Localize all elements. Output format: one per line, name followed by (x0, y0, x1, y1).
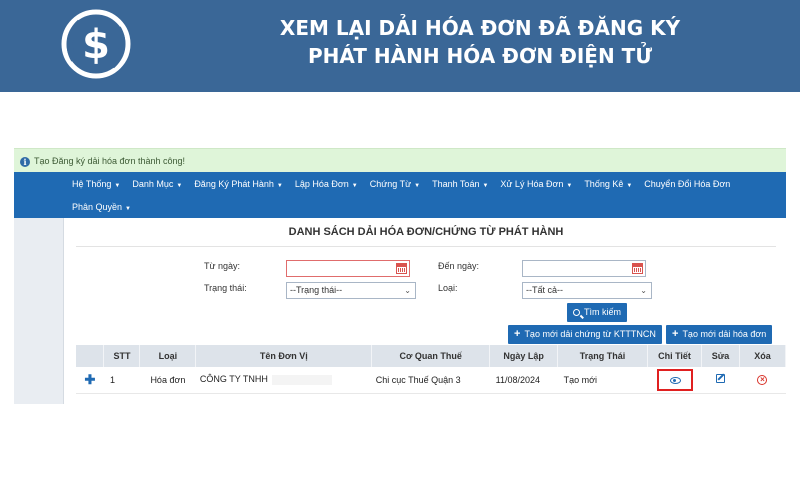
calendar-icon[interactable] (632, 263, 643, 274)
info-icon: i (20, 156, 30, 167)
caret-down-icon: ▼ (351, 182, 358, 189)
nav-label: Chứng Từ (369, 178, 412, 189)
chevron-down-icon: ⌄ (404, 286, 411, 295)
invoice-range-table: STT Loại Tên Đơn Vị Cơ Quan Thuế Ngày Lậ… (76, 345, 787, 394)
from-date-input[interactable] (286, 260, 410, 277)
plus-icon: + (514, 328, 521, 340)
nav-item-thong-ke[interactable]: Thống Kê ▼ (584, 179, 632, 189)
detail-highlight-box[interactable] (656, 368, 693, 391)
dollar-coin-icon: $ (61, 9, 131, 79)
title-divider (76, 246, 776, 247)
nav-label: Hệ Thống (72, 178, 112, 189)
status-select[interactable]: --Trạng thái-- ⌄ (286, 282, 416, 299)
search-button-label: Tìm kiếm (584, 307, 621, 317)
cell-unit: CÔNG TY TNHH (195, 367, 372, 394)
table-row: ✚ 1 Hóa đơn CÔNG TY TNHH Chi cục Thuế Qu… (76, 367, 786, 394)
table-header-row: STT Loại Tên Đơn Vị Cơ Quan Thuế Ngày Lậ… (76, 345, 787, 367)
col-header-tax-office: Cơ Quan Thuế (371, 345, 491, 367)
nav-item-chuyen-doi-hoa-don[interactable]: Chuyển Đổi Hóa Đơn (644, 179, 730, 189)
cell-status: Tạo mới (557, 367, 648, 394)
main-content: DANH SÁCH DẢI HÓA ĐƠN/CHỨNG TỪ PHÁT HÀNH… (66, 218, 787, 404)
cell-stt: 1 (103, 367, 140, 394)
nav-label: Thống Kê (584, 178, 624, 189)
caret-down-icon: ▼ (626, 182, 633, 189)
cell-detail (647, 367, 702, 394)
nav-item-danh-muc[interactable]: Danh Mục ▼ (132, 179, 182, 189)
left-sidebar (14, 218, 64, 404)
col-header-expand (76, 345, 105, 367)
navbar-row-1: Hệ Thống ▼ Danh Mục ▼ Đăng Ký Phát Hành ▼ L… (66, 172, 736, 195)
banner-title-line1: XEM LẠI DẢI HÓA ĐƠN ĐÃ ĐĂNG KÝ (279, 16, 681, 40)
create-invoice-range-label: Tạo mới dải hóa đơn (682, 329, 767, 339)
caret-down-icon: ▼ (176, 182, 183, 189)
banner-title: XEM LẠI DẢI HÓA ĐƠN ĐÃ ĐĂNG KÝ PHÁT HÀNH… (200, 14, 760, 70)
nav-label: Danh Mục (132, 178, 174, 189)
expand-row-icon[interactable]: ✚ (76, 367, 104, 394)
type-select-value: --Tất cả-- (526, 285, 563, 295)
search-icon (573, 309, 580, 316)
delete-icon[interactable]: × (757, 375, 768, 386)
nav-item-xu-ly-hoa-don[interactable]: Xử Lý Hóa Đơn ▼ (500, 179, 572, 189)
caret-down-icon: ▼ (114, 182, 121, 189)
alert-message: Tạo Đăng ký dải hóa đơn thành công! (34, 156, 186, 166)
search-button[interactable]: Tìm kiếm (567, 303, 627, 322)
nav-item-lap-hoa-don[interactable]: Lập Hóa Đơn ▼ (295, 179, 358, 189)
col-header-status: Trạng Thái (557, 345, 649, 367)
cell-date: 11/08/2024 (489, 367, 558, 394)
cell-edit (701, 367, 740, 394)
col-header-stt: STT (103, 345, 141, 367)
plus-icon: + (672, 328, 679, 340)
svg-text:$: $ (82, 22, 110, 68)
col-header-date: Ngày Lập (489, 345, 559, 367)
chevron-down-icon: ⌄ (640, 286, 647, 295)
status-select-value: --Trạng thái-- (290, 285, 343, 295)
main-navbar: Hệ Thống ▼ Danh Mục ▼ Đăng Ký Phát Hành ▼ L… (14, 172, 786, 218)
caret-down-icon: ▼ (414, 182, 421, 189)
calendar-icon[interactable] (396, 263, 407, 274)
cell-delete: × (739, 367, 786, 394)
caret-down-icon: ▼ (566, 182, 573, 189)
cell-tax-office: Chi cục Thuế Quận 3 (371, 367, 490, 394)
create-invoice-range-button[interactable]: + Tạo mới dải hóa đơn (666, 325, 773, 344)
nav-item-dang-ky-phat-hanh[interactable]: Đăng Ký Phát Hành ▼ (194, 179, 283, 189)
eye-icon[interactable] (669, 376, 681, 384)
nav-label: Thanh Toán (432, 178, 480, 189)
nav-item-he-thong[interactable]: Hệ Thống ▼ (72, 179, 120, 189)
col-header-delete: Xóa (739, 345, 787, 367)
redacted-name (271, 375, 332, 386)
type-select[interactable]: --Tất cả-- ⌄ (522, 282, 652, 299)
type-label: Loại: (438, 283, 458, 293)
navbar-row-2: Phân Quyền ▼ (66, 195, 137, 218)
nav-label: Đăng Ký Phát Hành (194, 178, 274, 189)
app-window: i Tạo Đăng ký dải hóa đơn thành công! Hệ … (14, 148, 787, 404)
banner-title-line2: PHÁT HÀNH HÓA ĐƠN ĐIỆN TỬ (307, 44, 653, 68)
to-date-label: Đến ngày: (438, 261, 480, 271)
col-header-detail: Chi Tiết (647, 345, 702, 367)
nav-label: Lập Hóa Đơn (294, 178, 349, 189)
create-certificate-range-label: Tạo mới dải chứng từ KTTTNCN (524, 329, 656, 339)
nav-label: Xử Lý Hóa Đơn (500, 178, 564, 189)
col-header-edit: Sửa (701, 345, 740, 367)
cell-type: Hóa đơn (139, 367, 196, 394)
nav-item-phan-quyen[interactable]: Phân Quyền ▼ (72, 202, 131, 212)
caret-down-icon: ▼ (482, 182, 489, 189)
from-date-label: Từ ngày: (204, 261, 241, 271)
edit-icon[interactable] (715, 374, 725, 384)
nav-label: Chuyển Đổi Hóa Đơn (644, 178, 731, 189)
success-alert: i Tạo Đăng ký dải hóa đơn thành công! (14, 148, 786, 172)
nav-item-chung-tu[interactable]: Chứng Từ ▼ (370, 179, 420, 189)
cell-unit-text: CÔNG TY TNHH (199, 374, 268, 385)
to-date-input[interactable] (522, 260, 646, 277)
status-label: Trạng thái: (204, 283, 247, 293)
page-title: DANH SÁCH DẢI HÓA ĐƠN/CHỨNG TỪ PHÁT HÀNH (288, 226, 564, 238)
nav-label: Phân Quyền (72, 201, 123, 212)
nav-item-thanh-toan[interactable]: Thanh Toán ▼ (432, 179, 488, 189)
create-certificate-range-button[interactable]: + Tạo mới dải chứng từ KTTTNCN (508, 325, 662, 344)
caret-down-icon: ▼ (125, 205, 131, 212)
banner: $ XEM LẠI DẢI HÓA ĐƠN ĐÃ ĐĂNG KÝ PHÁT HÀ… (0, 0, 800, 92)
col-header-unit: Tên Đơn Vị (195, 345, 373, 367)
col-header-type: Loại (139, 345, 197, 367)
navbar-left-gap (14, 172, 66, 218)
caret-down-icon: ▼ (276, 182, 283, 189)
